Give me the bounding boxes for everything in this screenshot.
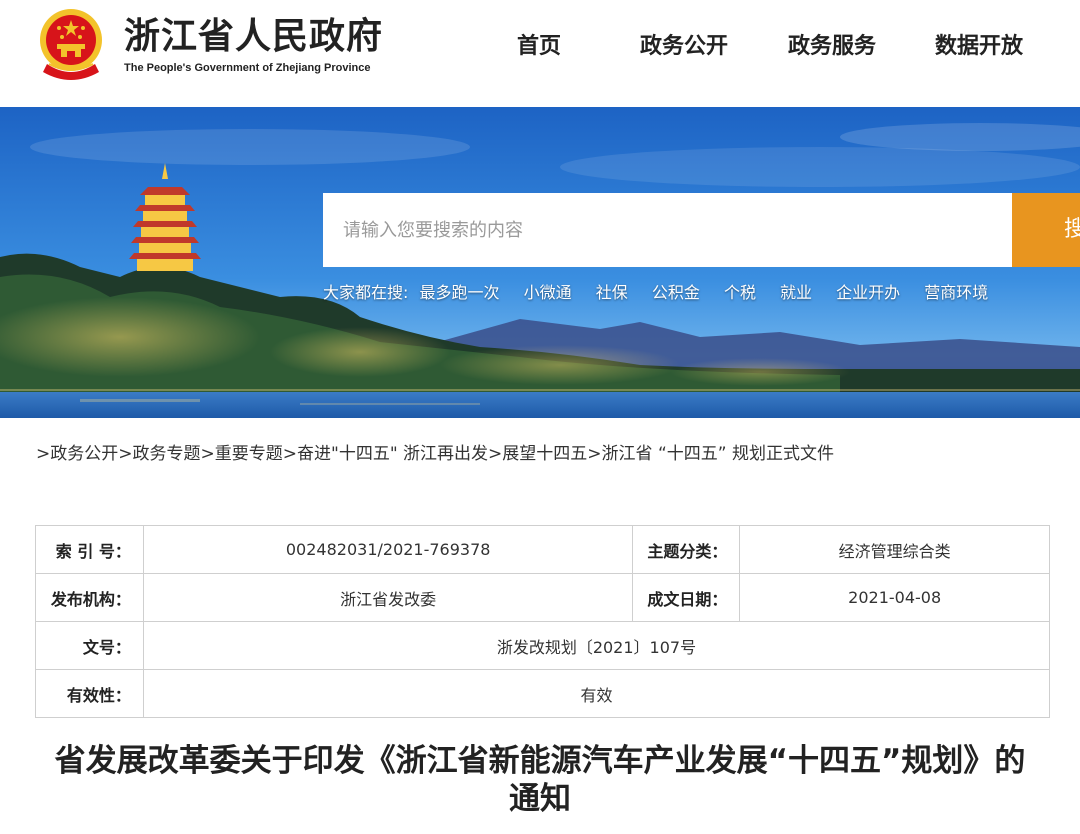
table-row: 索 引 号： 002482031/2021-769378 主题分类： 经济管理综… [35, 525, 1050, 574]
topic-value: 经济管理综合类 [739, 525, 1050, 574]
hot-searches: 大家都在搜: 最多跑一次 小微通 社保 公积金 个税 就业 企业开办 营商环境 [323, 279, 1007, 303]
breadcrumb-link[interactable]: 政务公开 [50, 444, 118, 464]
breadcrumb-link[interactable]: 浙江省 “十四五” 规划正式文件 [602, 444, 834, 464]
publisher-value: 浙江省发改委 [142, 573, 634, 622]
publisher-label: 发布机构： [35, 573, 144, 622]
table-row: 文号： 浙发改规划〔2021〕107号 [35, 621, 1051, 670]
hot-search-link[interactable]: 企业开办 [836, 279, 900, 303]
date-label: 成文日期： [632, 573, 741, 622]
document-info-table: 索 引 号： 002482031/2021-769378 主题分类： 经济管理综… [35, 525, 1051, 718]
index-label: 索 引 号： [35, 525, 144, 574]
hot-search-link[interactable]: 小微通 [524, 279, 572, 303]
hot-search-link[interactable]: 营商环境 [924, 279, 988, 303]
nav-item-gov-affairs-open[interactable]: 政务公开 [640, 30, 728, 64]
nav-item-home[interactable]: 首页 [517, 30, 561, 64]
search-button[interactable]: 搜 [1012, 193, 1080, 267]
hot-searches-label: 大家都在搜: [323, 283, 409, 302]
hot-search-link[interactable]: 公积金 [652, 279, 700, 303]
breadcrumb: >政务公开>政务专题>重要专题>奋进"十四五" 浙江再出发>展望十四五>浙江省 … [36, 444, 834, 464]
search-input[interactable] [323, 193, 1013, 267]
topic-label: 主题分类： [632, 525, 741, 574]
doc-number-value: 浙发改规划〔2021〕107号 [142, 621, 1051, 670]
breadcrumb-link[interactable]: 展望十四五 [502, 444, 587, 464]
breadcrumb-link[interactable]: 政务专题 [133, 444, 201, 464]
table-row: 有效性： 有效 [35, 669, 1051, 718]
index-value: 002482031/2021-769378 [142, 525, 634, 574]
table-row: 发布机构： 浙江省发改委 成文日期： 2021-04-08 [35, 573, 1050, 622]
hot-search-link[interactable]: 个税 [724, 279, 756, 303]
hot-search-link[interactable]: 最多跑一次 [420, 279, 500, 303]
main-nav: 首页 政务公开 政务服务 数据开放 [0, 30, 1080, 64]
doc-number-label: 文号： [35, 621, 144, 670]
site-header: 浙江省人民政府 The People's Government of Zheji… [0, 0, 1080, 107]
breadcrumb-link[interactable]: 重要专题 [215, 444, 283, 464]
hot-search-link[interactable]: 就业 [780, 279, 812, 303]
breadcrumb-link[interactable]: 奋进"十四五" 浙江再出发 [297, 444, 488, 464]
date-value: 2021-04-08 [739, 573, 1050, 622]
nav-item-gov-services[interactable]: 政务服务 [788, 30, 876, 64]
validity-label: 有效性： [35, 669, 144, 718]
nav-item-open-data[interactable]: 数据开放 [935, 30, 1023, 64]
validity-value: 有效 [142, 669, 1051, 718]
hot-search-link[interactable]: 社保 [596, 279, 628, 303]
article-title: 省发展改革委关于印发《浙江省新能源汽车产业发展“十四五”规划》的通知 [54, 743, 1026, 817]
hero-banner: 搜 大家都在搜: 最多跑一次 小微通 社保 公积金 个税 就业 企业开办 营商环… [0, 107, 1080, 418]
